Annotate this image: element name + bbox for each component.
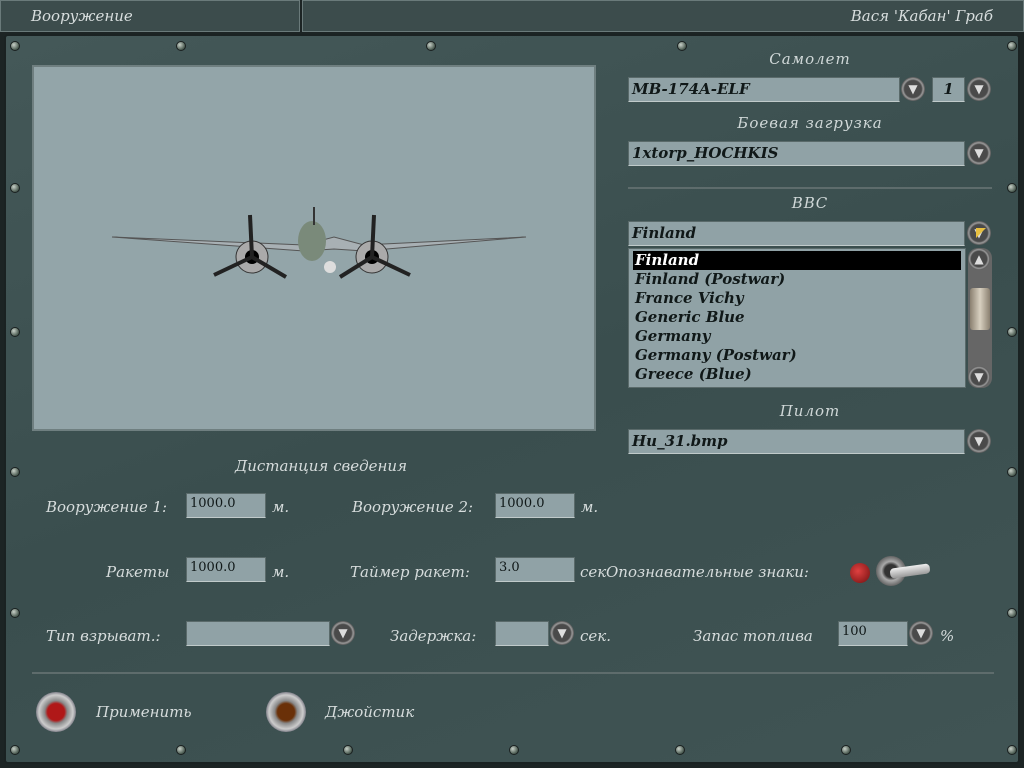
screw-icon: [509, 745, 519, 755]
screw-icon: [1007, 41, 1017, 51]
weapon2-label: Вооружение 2:: [352, 498, 474, 516]
aircraft-dropdown-button[interactable]: ▼: [901, 77, 925, 101]
weapon1-input[interactable]: 1000.0: [186, 493, 266, 518]
list-item[interactable]: Finland: [633, 251, 961, 270]
markings-label: Опознавательные знаки:: [606, 563, 809, 581]
apply-label[interactable]: Применить: [96, 703, 192, 721]
weapon1-label: Вооружение 1:: [46, 498, 168, 516]
chevron-down-icon: ▼: [974, 434, 984, 448]
joystick-label[interactable]: Джойстик: [325, 703, 414, 721]
screw-icon: [10, 467, 20, 477]
aircraft-count-select[interactable]: 1: [932, 77, 965, 102]
chevron-down-icon: ▼: [974, 82, 984, 96]
unit-label: %: [940, 627, 955, 645]
pilot-dropdown-button[interactable]: ▼: [967, 429, 991, 453]
screw-icon: [1007, 745, 1017, 755]
screw-icon: [176, 41, 186, 51]
fuze-label: Тип взрыват.:: [46, 627, 161, 645]
scroll-down-button[interactable]: ▼: [968, 366, 990, 388]
fuel-dropdown-button[interactable]: ▼: [909, 621, 933, 645]
screw-icon: [1007, 467, 1017, 477]
air-force-header: ВВС: [791, 194, 829, 212]
delay-label: Задержка:: [390, 627, 477, 645]
rocket-timer-label: Таймер ракет:: [350, 563, 470, 581]
divider: [628, 187, 992, 189]
chevron-down-icon: ▼: [916, 626, 926, 640]
chevron-down-icon: ▼: [974, 370, 984, 384]
chevron-down-icon: ▼: [557, 626, 567, 640]
aircraft-model-icon: [111, 207, 527, 279]
list-scrollbar[interactable]: ▲ ▼: [968, 248, 992, 388]
unit-label: м.: [272, 498, 290, 516]
screw-icon: [176, 745, 186, 755]
list-item[interactable]: Greece (Blue): [633, 365, 961, 384]
markings-toggle-switch[interactable]: [876, 556, 932, 590]
weapon2-input[interactable]: 1000.0: [495, 493, 575, 518]
loadout-header: Боевая загрузка: [737, 114, 883, 132]
air-force-list[interactable]: Finland Finland (Postwar) France Vichy G…: [628, 248, 966, 388]
screw-icon: [10, 745, 20, 755]
fuze-select[interactable]: [186, 621, 330, 646]
pilot-name: Вася 'Кабан' Граб: [850, 7, 993, 25]
fuze-dropdown-button[interactable]: ▼: [331, 621, 355, 645]
aircraft-header: Самолет: [769, 50, 851, 68]
screw-icon: [841, 745, 851, 755]
rocket-timer-input[interactable]: 3.0: [495, 557, 575, 582]
pilot-header: Пилот: [779, 402, 841, 420]
screw-icon: [1007, 327, 1017, 337]
indicator-light-icon: [850, 563, 870, 583]
aircraft-preview[interactable]: [32, 65, 596, 431]
unit-label: сек: [580, 563, 607, 581]
mouse-cursor-icon: [976, 228, 986, 238]
list-item[interactable]: Germany (Postwar): [633, 346, 961, 365]
unit-label: сек.: [580, 627, 612, 645]
joystick-button[interactable]: [266, 692, 306, 732]
fuel-select[interactable]: 100: [838, 621, 908, 646]
scroll-up-button[interactable]: ▲: [968, 248, 990, 270]
delay-dropdown-button[interactable]: ▼: [550, 621, 574, 645]
screw-icon: [10, 327, 20, 337]
delay-select[interactable]: [495, 621, 549, 646]
rockets-input[interactable]: 1000.0: [186, 557, 266, 582]
convergence-header: Дистанция сведения: [235, 457, 407, 475]
screw-icon: [10, 183, 20, 193]
chevron-down-icon: ▼: [338, 626, 348, 640]
apply-button[interactable]: [36, 692, 76, 732]
loadout-select[interactable]: 1xtorp_HOCHKIS: [628, 141, 965, 166]
chevron-down-icon: ▼: [974, 146, 984, 160]
list-item[interactable]: Germany: [633, 327, 961, 346]
rockets-label: Ракеты: [106, 563, 170, 581]
title-left: Вооружение: [0, 0, 300, 32]
chevron-up-icon: ▲: [974, 252, 984, 266]
list-item[interactable]: France Vichy: [633, 289, 961, 308]
count-dropdown-button[interactable]: ▼: [967, 77, 991, 101]
chevron-down-icon: ▼: [908, 82, 918, 96]
screw-icon: [10, 608, 20, 618]
air-force-select[interactable]: Finland: [628, 221, 965, 246]
screw-icon: [426, 41, 436, 51]
screen-title: Вооружение: [31, 7, 133, 25]
fuel-label: Запас топлива: [693, 627, 813, 645]
unit-label: м.: [272, 563, 290, 581]
list-item[interactable]: Generic Blue: [633, 308, 961, 327]
title-right: Вася 'Кабан' Граб: [302, 0, 1024, 32]
divider: [32, 672, 994, 674]
screw-icon: [10, 41, 20, 51]
screw-icon: [343, 745, 353, 755]
unit-label: м.: [581, 498, 599, 516]
pilot-select[interactable]: Hu_31.bmp: [628, 429, 965, 454]
loadout-dropdown-button[interactable]: ▼: [967, 141, 991, 165]
screw-icon: [675, 745, 685, 755]
scroll-thumb[interactable]: [970, 288, 990, 330]
aircraft-select[interactable]: MB-174A-ELF: [628, 77, 900, 102]
list-item[interactable]: Finland (Postwar): [633, 270, 961, 289]
screw-icon: [1007, 608, 1017, 618]
screw-icon: [1007, 183, 1017, 193]
